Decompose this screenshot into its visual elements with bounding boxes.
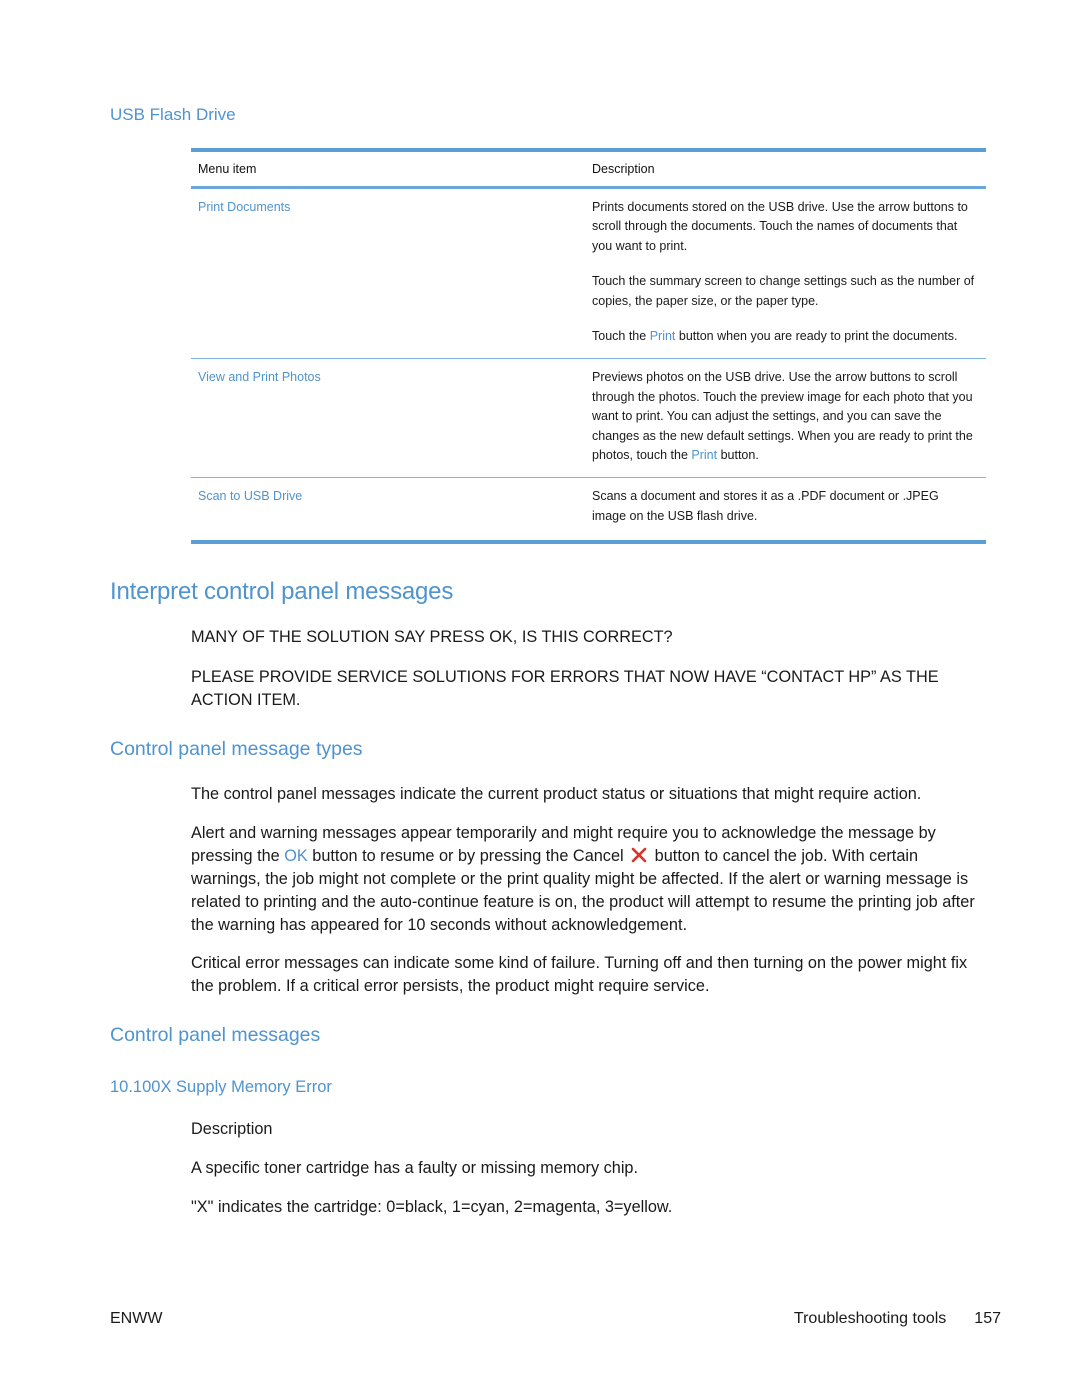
- error-title: 10.100X Supply Memory Error: [110, 1078, 332, 1096]
- description-paragraph: Scans a document and stores it as a .PDF…: [592, 489, 939, 523]
- table-row: Scan to USB Drive Scans a document and s…: [191, 478, 986, 538]
- description-line-2: "X" indicates the cartridge: 0=black, 1=…: [191, 1198, 673, 1216]
- description-paragraph: Touch the summary screen to change setti…: [592, 274, 975, 308]
- review-note-2: PLEASE PROVIDE SERVICE SOLUTIONS FOR ERR…: [191, 668, 939, 709]
- table-row: View and Print Photos Previews photos on…: [191, 359, 986, 477]
- text-span: button when you are ready to print the d…: [675, 329, 958, 344]
- table-bottom-rule: [191, 540, 986, 545]
- table-header-row: Menu item Description: [191, 152, 986, 186]
- interpret-heading: Interpret control panel messages: [110, 578, 454, 605]
- menu-item-scan-to-usb-drive[interactable]: Scan to USB Drive: [191, 487, 588, 526]
- text-span: Previews photos on the USB drive. Use th…: [592, 370, 973, 463]
- usb-menu-table: Menu item Description Print Documents Pr…: [191, 148, 986, 545]
- page-number: 157: [974, 1310, 1001, 1327]
- menu-item-view-and-print-photos[interactable]: View and Print Photos: [191, 368, 588, 465]
- message-types-heading: Control panel message types: [110, 738, 363, 760]
- text-span: button.: [717, 448, 759, 463]
- message-types-para-2: Alert and warning messages appear tempor…: [191, 822, 981, 937]
- table-row: Print Documents Prints documents stored …: [191, 189, 986, 358]
- description-label: Description: [191, 1120, 273, 1138]
- print-button-link[interactable]: Print: [650, 329, 676, 343]
- description-paragraph: Touch the Print button when you are read…: [592, 327, 976, 346]
- header-menu-item: Menu item: [198, 162, 257, 176]
- header-description: Description: [592, 162, 655, 176]
- row-description: Prints documents stored on the USB drive…: [588, 198, 986, 346]
- row-description: Previews photos on the USB drive. Use th…: [588, 368, 986, 465]
- footer-section-title: Troubleshooting tools: [793, 1310, 947, 1327]
- description-line-1: A specific toner cartridge has a faulty …: [191, 1159, 639, 1177]
- cancel-x-icon: [631, 847, 647, 863]
- row-description: Scans a document and stores it as a .PDF…: [588, 487, 986, 526]
- ok-button-label: OK: [284, 847, 308, 865]
- text-span: Touch the: [592, 329, 650, 344]
- description-paragraph: Prints documents stored on the USB drive…: [592, 200, 968, 253]
- usb-flash-drive-heading: USB Flash Drive: [110, 105, 236, 124]
- text-span: button to resume or by pressing the Canc…: [307, 847, 624, 865]
- menu-item-print-documents[interactable]: Print Documents: [191, 198, 588, 346]
- description-paragraph: Previews photos on the USB drive. Use th…: [592, 368, 976, 465]
- control-panel-messages-heading: Control panel messages: [110, 1024, 321, 1046]
- message-types-para-1: The control panel messages indicate the …: [191, 785, 922, 803]
- review-note-1: MANY OF THE SOLUTION SAY PRESS OK, IS TH…: [191, 628, 673, 646]
- print-button-link[interactable]: Print: [691, 448, 717, 462]
- footer-enww: ENWW: [110, 1310, 163, 1327]
- footer-right: Troubleshooting tools 157: [794, 1310, 1001, 1328]
- message-types-para-3: Critical error messages can indicate som…: [191, 954, 968, 995]
